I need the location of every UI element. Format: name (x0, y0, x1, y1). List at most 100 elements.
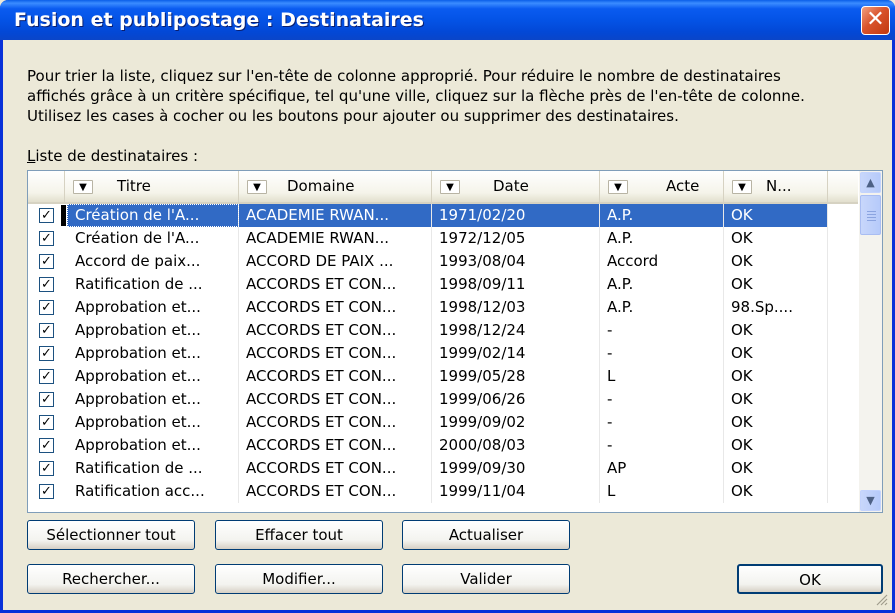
row-checkbox[interactable]: ✓ (39, 254, 54, 269)
cell-acte: Accord (600, 250, 724, 273)
column-label: N... (766, 177, 792, 195)
table-row[interactable]: ✓ Approbation et... ACCORDS ET CON... 2000/… (28, 434, 828, 457)
row-checkbox[interactable]: ✓ (39, 438, 54, 453)
cell-n: OK (724, 319, 828, 342)
find-button[interactable]: Rechercher... (27, 564, 195, 594)
cell-domaine: ACCORDS ET CON... (239, 388, 432, 411)
cell-titre: Ratification acc... (67, 480, 239, 503)
cell-titre: Approbation et... (67, 319, 239, 342)
table-row[interactable]: ✓ Approbation et... ACCORDS ET CON... 1998/… (28, 296, 828, 319)
table-row[interactable]: ✓ Ratification acc... ACCORDS ET CON... 199… (28, 480, 828, 503)
dropdown-arrow-icon[interactable]: ▼ (440, 180, 460, 194)
cell-acte: L (600, 365, 724, 388)
recipients-list[interactable]: ▼ Titre ▼ Domaine ▼ Date ▼ Acte ▼ N... ✓… (27, 170, 883, 513)
select-all-button[interactable]: Sélectionner tout (27, 520, 195, 550)
dropdown-arrow-icon[interactable]: ▼ (732, 180, 752, 194)
cell-n: OK (724, 457, 828, 480)
cell-date: 2000/08/03 (432, 434, 600, 457)
row-checkbox[interactable]: ✓ (39, 369, 54, 384)
row-checkbox[interactable]: ✓ (39, 415, 54, 430)
column-label: Date (493, 177, 529, 195)
cell-domaine: ACCORDS ET CON... (239, 342, 432, 365)
table-row[interactable]: ✓ Approbation et... ACCORDS ET CON... 1999/… (28, 388, 828, 411)
cell-acte: A.P. (600, 296, 724, 319)
cell-date: 1971/02/20 (432, 204, 600, 227)
cell-titre: Approbation et... (67, 434, 239, 457)
column-header-date[interactable]: ▼ Date (432, 171, 600, 202)
cell-titre: Création de l'A... (67, 227, 239, 250)
row-checkbox[interactable]: ✓ (39, 208, 54, 223)
dialog-window: Fusion et publipostage : Destinataires ✕… (0, 0, 895, 613)
column-header-titre[interactable]: ▼ Titre (65, 171, 239, 202)
vertical-scrollbar[interactable]: ▲ ▼ (859, 171, 882, 512)
row-checkbox[interactable]: ✓ (39, 392, 54, 407)
cell-acte: A.P. (600, 204, 724, 227)
dropdown-arrow-icon[interactable]: ▼ (73, 180, 93, 194)
cell-date: 1999/09/30 (432, 457, 600, 480)
instructions-line: Pour trier la liste, cliquez sur l'en-tê… (27, 67, 781, 85)
cell-acte: A.P. (600, 273, 724, 296)
row-checkbox[interactable]: ✓ (39, 300, 54, 315)
resize-grip-icon[interactable] (876, 594, 888, 606)
cell-n: OK (724, 480, 828, 503)
cell-n: OK (724, 250, 828, 273)
checkbox-column-header (28, 171, 65, 202)
column-label: Titre (117, 177, 151, 195)
cell-date: 1999/06/26 (432, 388, 600, 411)
clear-all-button[interactable]: Effacer tout (215, 520, 383, 550)
table-row[interactable]: ✓ Approbation et... ACCORDS ET CON... 1999/… (28, 411, 828, 434)
cell-acte: AP (600, 457, 724, 480)
table-row[interactable]: ✓ Création de l'A... ACADEMIE RWAN... 1971/… (28, 204, 828, 227)
cell-domaine: ACCORDS ET CON... (239, 365, 432, 388)
refresh-button[interactable]: Actualiser (402, 520, 570, 550)
row-checkbox[interactable]: ✓ (39, 277, 54, 292)
scroll-up-button[interactable]: ▲ (860, 172, 881, 193)
row-checkbox[interactable]: ✓ (39, 323, 54, 338)
cell-n: OK (724, 342, 828, 365)
chevron-up-icon: ▲ (866, 176, 875, 189)
column-label: Domaine (287, 177, 355, 195)
table-row[interactable]: ✓ Approbation et... ACCORDS ET CON... 1998/… (28, 319, 828, 342)
row-checkbox[interactable]: ✓ (39, 231, 54, 246)
cell-domaine: ACCORDS ET CON... (239, 296, 432, 319)
table-row[interactable]: ✓ Approbation et... ACCORDS ET CON... 1999/… (28, 342, 828, 365)
validate-button[interactable]: Valider (402, 564, 570, 594)
edit-button[interactable]: Modifier... (215, 564, 383, 594)
column-header-n[interactable]: ▼ N... (724, 171, 828, 202)
cell-acte: A.P. (600, 227, 724, 250)
instructions-line: Utilisez les cases à cocher ou les bouto… (27, 107, 679, 125)
cell-titre: Ratification de ... (67, 273, 239, 296)
table-row[interactable]: ✓ Ratification de ... ACCORDS ET CON... 199… (28, 273, 828, 296)
ok-button[interactable]: OK (737, 564, 883, 594)
cell-n: OK (724, 273, 828, 296)
dropdown-arrow-icon[interactable]: ▼ (608, 180, 628, 194)
cell-date: 1999/02/14 (432, 342, 600, 365)
table-row[interactable]: ✓ Ratification de ... ACCORDS ET CON... 199… (28, 457, 828, 480)
cell-domaine: ACCORDS ET CON... (239, 319, 432, 342)
cell-acte: - (600, 388, 724, 411)
cell-titre: Approbation et... (67, 342, 239, 365)
column-header-acte[interactable]: ▼ Acte (600, 171, 724, 202)
cell-date: 1993/08/04 (432, 250, 600, 273)
scroll-thumb[interactable] (860, 195, 881, 235)
instructions-line: affichés grâce à un critère spécifique, … (27, 87, 805, 105)
cell-acte: - (600, 411, 724, 434)
cell-acte: L (600, 480, 724, 503)
column-header-domaine[interactable]: ▼ Domaine (239, 171, 432, 202)
table-row[interactable]: ✓ Accord de paix... ACCORD DE PAIX ... 1993… (28, 250, 828, 273)
row-checkbox[interactable]: ✓ (39, 346, 54, 361)
dropdown-arrow-icon[interactable]: ▼ (247, 180, 267, 194)
cell-date: 1972/12/05 (432, 227, 600, 250)
row-checkbox[interactable]: ✓ (39, 484, 54, 499)
scroll-down-button[interactable]: ▼ (860, 490, 881, 511)
title-bar[interactable]: Fusion et publipostage : Destinataires ✕ (0, 0, 895, 40)
close-button[interactable]: ✕ (861, 6, 890, 35)
table-row[interactable]: ✓ Approbation et... ACCORDS ET CON... 1999/… (28, 365, 828, 388)
cell-titre: Approbation et... (67, 388, 239, 411)
table-row[interactable]: ✓ Création de l'A... ACADEMIE RWAN... 1972/… (28, 227, 828, 250)
cell-domaine: ACCORDS ET CON... (239, 434, 432, 457)
cell-domaine: ACCORDS ET CON... (239, 273, 432, 296)
row-checkbox[interactable]: ✓ (39, 461, 54, 476)
cell-n: 98.Sp.... (724, 296, 828, 319)
cell-acte: - (600, 342, 724, 365)
